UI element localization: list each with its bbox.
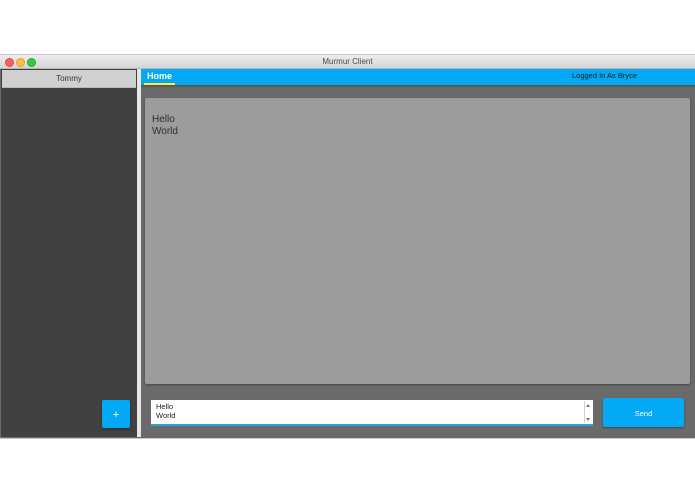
main-panel: Home Logged In As Bryce Hello World Hell… <box>141 69 695 438</box>
title-bar: Murmur Client <box>0 55 695 69</box>
message-text: Hello World <box>152 114 178 137</box>
app-bar: Home Logged In As Bryce <box>141 69 695 85</box>
app-bar-shadow <box>141 85 695 88</box>
scroll-down-arrow-icon[interactable] <box>586 418 590 421</box>
scroll-up-arrow-icon[interactable] <box>586 404 590 407</box>
contacts-sidebar: Tommy + <box>1 69 137 437</box>
window-title: Murmur Client <box>322 57 373 66</box>
app-window: Murmur Client Tommy + Home Logged In As … <box>0 55 695 438</box>
message-input-scrollbar[interactable] <box>584 401 592 423</box>
login-status: Logged In As Bryce <box>572 71 638 80</box>
message-panel: Hello World <box>145 98 690 384</box>
add-contact-button[interactable]: + <box>102 400 130 428</box>
tab-home[interactable]: Home <box>144 69 176 85</box>
message-input[interactable]: Hello World <box>151 400 593 426</box>
contact-item-tommy[interactable]: Tommy <box>2 70 136 88</box>
message-input-text[interactable]: Hello World <box>156 402 175 420</box>
send-button[interactable]: Send <box>603 398 684 427</box>
